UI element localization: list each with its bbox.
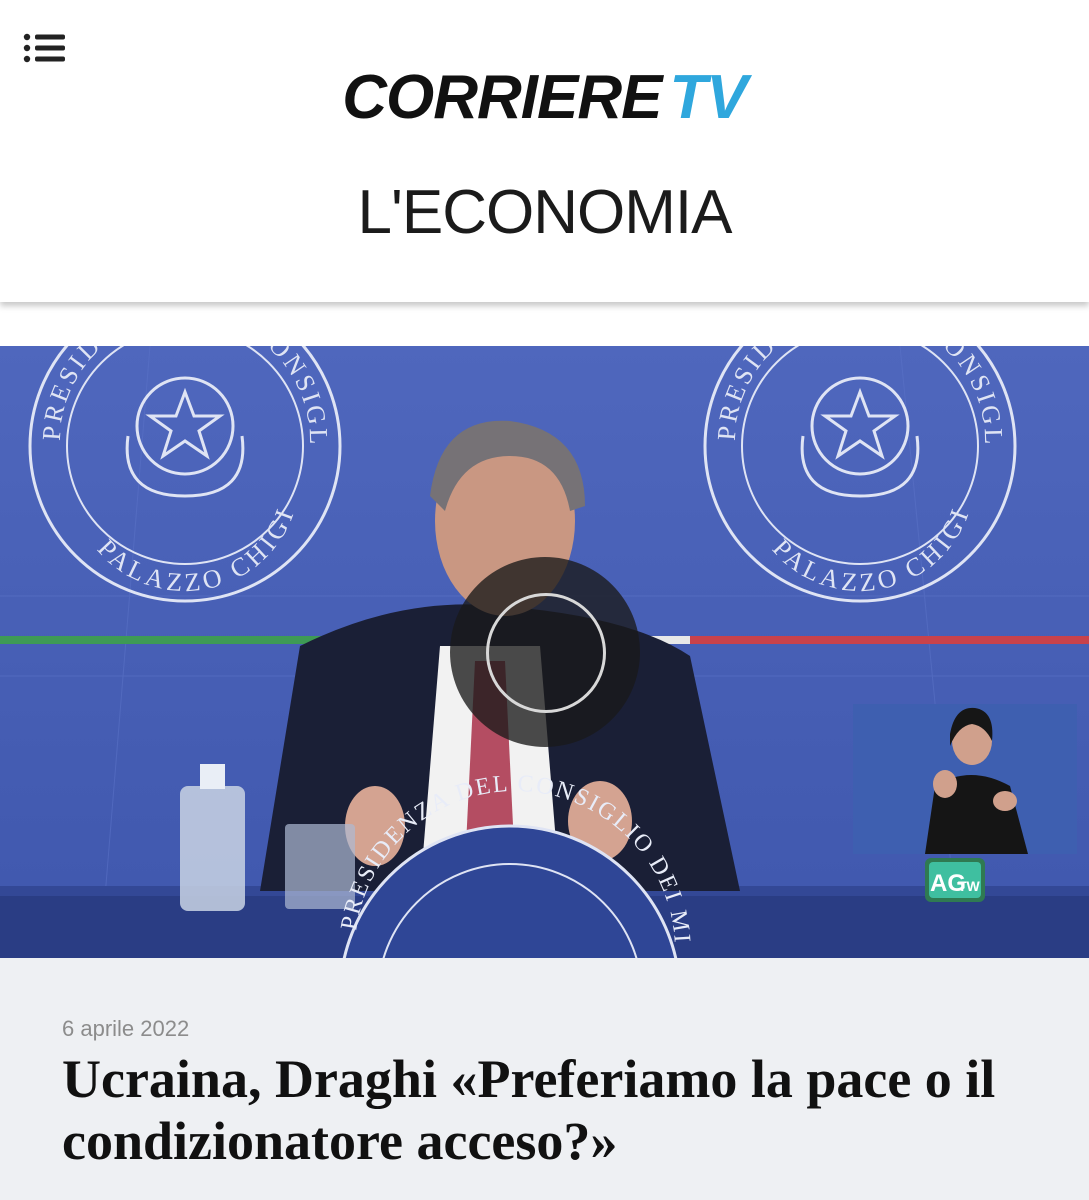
play-ring [486, 593, 606, 713]
logo-brand-text: CORRIERE [342, 63, 662, 132]
header-spacer [0, 302, 1089, 346]
article-info: 6 aprile 2022 Ucraina, Draghi «Preferiam… [0, 958, 1089, 1200]
water-bottle [180, 786, 245, 911]
site-header: CORRIERE TV L'ECONOMIA [0, 0, 1089, 302]
corriere-tv-logo[interactable]: CORRIERE TV [0, 62, 1089, 134]
svg-text:TW: TW [958, 878, 981, 894]
sign-language-inset [853, 704, 1077, 854]
channel-badge: AG TW [925, 858, 985, 902]
article-date: 6 aprile 2022 [62, 1016, 190, 1041]
logo-tv-text: TV [669, 63, 748, 132]
flag-stripe-green [0, 636, 330, 644]
section-title[interactable]: L'ECONOMIA [0, 178, 1089, 248]
flag-stripe-red [690, 636, 1089, 644]
article-title[interactable]: Ucraina, Draghi «Preferiamo la pace o il… [62, 1048, 1062, 1172]
bottle-cap [200, 764, 225, 789]
play-icon[interactable] [450, 557, 640, 747]
